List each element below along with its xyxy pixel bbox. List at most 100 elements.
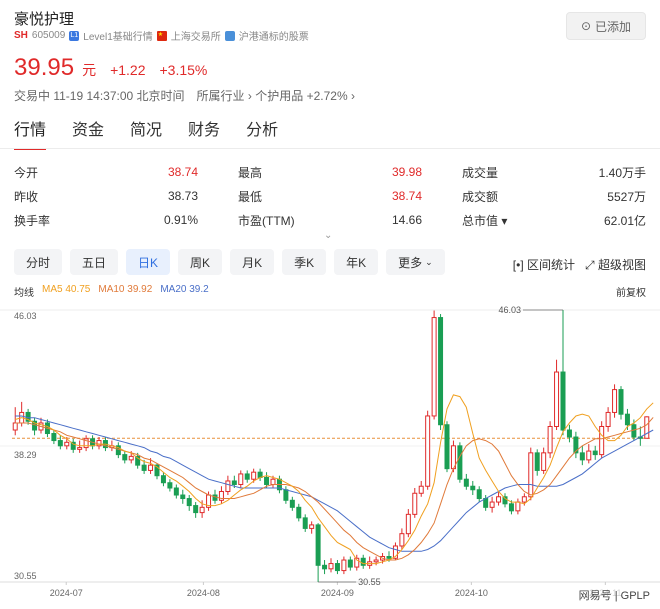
stat-row: 市盈(TTM) 14.66: [238, 208, 422, 232]
y-tick-label: 38.29: [14, 450, 37, 460]
tab-profile[interactable]: 简况: [130, 116, 162, 140]
period-more-label: 更多: [398, 255, 423, 270]
period-more[interactable]: 更多 ⌄: [386, 249, 445, 275]
period-yearly[interactable]: 年K: [334, 249, 379, 275]
industry-change: +2.72%: [306, 89, 348, 103]
hk-connect-icon: [224, 30, 235, 41]
industry-link[interactable]: 所属行业 › 个护用品 +2.72% ›: [197, 87, 355, 104]
candle-body: [180, 494, 186, 500]
candle-body: [463, 478, 469, 487]
tab-finance[interactable]: 财务: [188, 116, 220, 140]
candle-body: [238, 473, 244, 485]
trading-status: 交易中 11-19 14:37:00 北京时间: [14, 89, 185, 103]
candle-body: [438, 317, 444, 426]
super-view-button[interactable]: ⤢ 超级视图: [585, 256, 646, 273]
hk-connect-label: 沪港通标的股票: [238, 32, 309, 43]
candle-body: [515, 501, 521, 512]
stat-label[interactable]: 总市值 ▾: [462, 212, 604, 229]
stats-col-3: 成交量 1.40万手 成交额 5527万 总市值 ▾ 62.01亿: [462, 160, 646, 232]
stat-label: 昨收: [14, 189, 39, 204]
stat-row: 今开 38.74: [14, 160, 198, 184]
candle-body: [296, 506, 302, 519]
quote-meta: 交易中 11-19 14:37:00 北京时间 所属行业 › 个护用品 +2.7…: [14, 87, 355, 104]
tab-market[interactable]: 行情: [14, 116, 47, 150]
stat-row: 最低 38.74: [238, 184, 422, 208]
candle-body: [289, 499, 295, 508]
candle-body: [592, 450, 598, 456]
candle-body: [347, 559, 353, 568]
candle-body: [148, 464, 154, 471]
stat-value: 39.98: [391, 165, 422, 179]
candle-body: [405, 513, 411, 535]
stat-value: 5527万: [607, 189, 646, 204]
price-row: 39.95 元 +1.22 +3.15%: [14, 54, 207, 82]
x-tick-label: 2024-08: [187, 588, 220, 598]
candle-body: [199, 506, 205, 514]
candle-body: [554, 371, 560, 427]
exchange-code: SH: [14, 30, 28, 41]
stat-label: 成交量: [462, 165, 499, 180]
stats-col-2: 最高 39.98 最低 38.74 市盈(TTM) 14.66: [238, 160, 422, 232]
expand-chevron-icon[interactable]: ⌄: [324, 230, 332, 241]
candle-body: [644, 416, 650, 439]
candle-body: [360, 557, 366, 566]
candle-body: [334, 563, 340, 572]
stat-label: 最高: [238, 165, 263, 180]
period-5day[interactable]: 五日: [70, 249, 119, 275]
candle-body: [231, 480, 237, 485]
tab-capital[interactable]: 资金: [72, 116, 104, 140]
stat-label: 换手率: [14, 213, 51, 228]
candle-body: [386, 556, 392, 559]
candle-body: [541, 452, 547, 471]
candle-body: [457, 445, 463, 480]
tab-analysis[interactable]: 分析: [246, 116, 278, 140]
current-price: 39.95: [14, 54, 75, 81]
period-intraday[interactable]: 分时: [14, 249, 63, 275]
stat-value: 38.74: [167, 165, 198, 179]
candle-body: [193, 505, 199, 514]
stat-label: 市盈(TTM): [238, 213, 295, 228]
candle-body: [141, 464, 147, 471]
stat-label: 成交额: [462, 189, 499, 204]
candle-body: [566, 429, 572, 438]
candle-body: [315, 524, 321, 566]
china-flag-icon: [156, 30, 167, 41]
chevron-down-icon: ⌄: [425, 256, 433, 267]
stock-subinfo: SH 605009 L1 Level1基础行情 上海交易所 沪港通标的股票: [14, 28, 309, 43]
stat-value: 38.74: [391, 189, 422, 203]
stat-row: 总市值 ▾ 62.01亿: [462, 208, 646, 232]
candle-body: [624, 413, 630, 426]
period-monthly[interactable]: 月K: [230, 249, 275, 275]
y-tick-label: 30.55: [14, 571, 37, 581]
candle-body: [476, 489, 482, 500]
candle-body: [270, 478, 276, 485]
kline-chart[interactable]: 46.03 38.29 30.55 2024-07 2024-08 2024-09 2024…: [0, 296, 660, 609]
check-icon: ⊙: [580, 19, 592, 33]
period-weekly[interactable]: 周K: [178, 249, 223, 275]
candle-body: [528, 452, 534, 498]
chart-tools: [•] 区间统计 ⤢ 超级视图: [513, 256, 646, 273]
period-quarterly[interactable]: 季K: [282, 249, 327, 275]
candle-body: [560, 371, 566, 431]
candle-body: [328, 563, 334, 570]
candle-body: [264, 476, 270, 485]
stat-label: 今开: [14, 165, 39, 180]
candle-body: [167, 482, 173, 489]
candle-body: [521, 496, 527, 503]
stock-name: 豪悦护理: [14, 11, 75, 28]
super-view-label: 超级视图: [597, 258, 646, 272]
candle-body: [412, 492, 418, 515]
candle-body: [618, 389, 624, 415]
period-daily[interactable]: 日K: [126, 249, 171, 275]
stat-row: 昨收 38.73: [14, 184, 198, 208]
stock-code: 605009: [31, 30, 66, 41]
stat-row: 最高 39.98: [238, 160, 422, 184]
range-stats-button[interactable]: [•] 区间统计: [513, 256, 575, 273]
candle-body: [173, 487, 179, 496]
high-marker-label: 46.03: [498, 305, 521, 315]
industry-label: 所属行业: [196, 89, 245, 103]
candle-body: [373, 559, 379, 563]
added-watchlist-button[interactable]: ⊙ 已添加: [566, 12, 646, 40]
candle-body: [12, 422, 18, 431]
exchange-name: 上海交易所: [170, 32, 221, 43]
